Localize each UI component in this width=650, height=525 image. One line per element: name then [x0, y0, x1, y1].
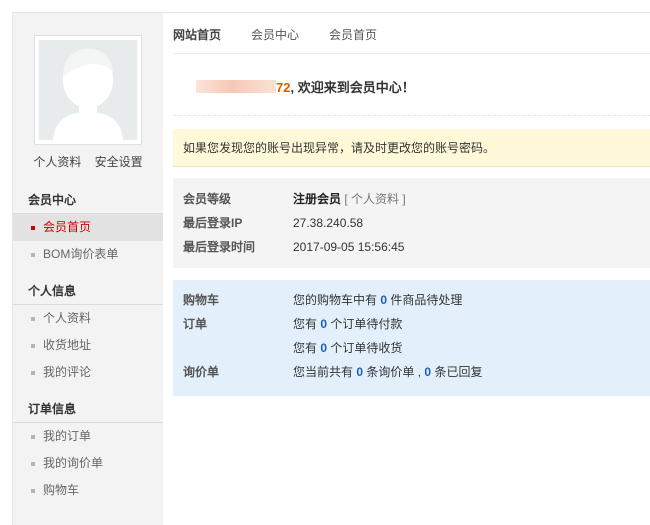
- bullet-icon: [31, 253, 35, 257]
- sidebar-item-label: 我的询价单: [43, 456, 104, 470]
- cart-label: 购物车: [183, 293, 220, 307]
- orders-label: 订单: [183, 317, 208, 331]
- inquiry-count[interactable]: 0: [356, 365, 363, 379]
- last-login-ip-value: 27.38.240.58: [293, 216, 364, 230]
- nav-title-personal-info: 个人信息: [13, 277, 163, 305]
- sidebar: 个人资料 安全设置 会员中心 会员首页 BOM询价表单 个人信息 个人资料 收货…: [13, 13, 163, 525]
- orders-pending-receipt: 您有 0 个订单待收货: [293, 341, 403, 355]
- nav-link-site-home[interactable]: 网站首页: [173, 26, 221, 43]
- sidebar-item-my-inquiries[interactable]: 我的询价单: [13, 450, 163, 477]
- last-login-ip-label: 最后登录IP: [183, 216, 243, 230]
- sidebar-item-member-home[interactable]: 会员首页: [13, 214, 163, 241]
- bullet-icon: [31, 371, 35, 375]
- dashed-divider: [173, 115, 650, 116]
- sidebar-item-label: BOM询价表单: [43, 247, 119, 261]
- bullet-icon: [31, 226, 35, 230]
- sidebar-item-my-reviews[interactable]: 我的评论: [13, 359, 163, 386]
- inquiry-summary: 您当前共有 0 条询价单 , 0 条已回复: [293, 365, 483, 379]
- welcome-text: , 欢迎来到会员中心！: [290, 80, 415, 95]
- bullet-icon: [31, 462, 35, 466]
- sidebar-item-label: 我的评论: [43, 365, 92, 379]
- sidebar-item-label: 我的订单: [43, 429, 92, 443]
- avatar[interactable]: [34, 35, 142, 145]
- member-level-value: 注册会员 [ 个人资料 ]: [293, 192, 406, 206]
- nav-link-member-home[interactable]: 会员首页: [329, 26, 377, 43]
- top-navigation: 网站首页 会员中心 会员首页: [173, 13, 650, 54]
- account-summary-panel: 购物车 您的购物车中有 0 件商品待处理 订单 您有 0 个订单待付款 您有 0…: [173, 280, 650, 396]
- inquiry-reply-count[interactable]: 0: [424, 365, 431, 379]
- sidebar-item-label: 个人资料: [43, 311, 92, 325]
- user-silhouette-icon: [39, 40, 137, 140]
- pending-payment-count[interactable]: 0: [320, 317, 327, 331]
- member-level-name: 注册会员: [293, 192, 342, 206]
- security-settings-link[interactable]: 安全设置: [95, 155, 143, 169]
- avatar-placeholder: [39, 40, 137, 140]
- sidebar-item-shipping-address[interactable]: 收货地址: [13, 332, 163, 359]
- member-level-panel: 会员等级 注册会员 [ 个人资料 ] 最后登录IP 27.38.240.58 最…: [173, 178, 650, 268]
- last-login-time-value: 2017-09-05 15:56:45: [293, 240, 405, 254]
- sidebar-item-bom-inquiry[interactable]: BOM询价表单: [13, 241, 163, 268]
- nav-link-member-center[interactable]: 会员中心: [251, 26, 299, 43]
- nav-section-personal-info: 个人信息 个人资料 收货地址 我的评论: [13, 277, 163, 386]
- cart-summary: 您的购物车中有 0 件商品待处理: [293, 293, 463, 307]
- profile-link[interactable]: 个人资料: [351, 192, 399, 206]
- sidebar-item-my-orders[interactable]: 我的订单: [13, 423, 163, 450]
- bullet-icon: [31, 435, 35, 439]
- username-suffix: 72: [276, 80, 291, 95]
- bullet-icon: [31, 344, 35, 348]
- pending-receipt-count[interactable]: 0: [320, 341, 327, 355]
- masked-username: [196, 80, 276, 93]
- sidebar-item-personal-profile[interactable]: 个人资料: [13, 305, 163, 332]
- security-notice: 如果您发现您的账号出现异常，请及时更改您的账号密码。: [173, 129, 650, 167]
- main-content: 网站首页 会员中心 会员首页 72, 欢迎来到会员中心！ 如果您发现您的账号出现…: [173, 13, 650, 525]
- nav-section-order-info: 订单信息 我的订单 我的询价单 购物车: [13, 395, 163, 504]
- sidebar-item-label: 会员首页: [43, 220, 92, 234]
- member-level-label: 会员等级: [183, 192, 232, 206]
- bullet-icon: [31, 489, 35, 493]
- cart-count[interactable]: 0: [380, 293, 387, 307]
- inquiry-label: 询价单: [183, 365, 220, 379]
- profile-links: 个人资料 安全设置: [13, 153, 163, 170]
- sidebar-item-label: 购物车: [43, 483, 80, 497]
- welcome-message: 72, 欢迎来到会员中心！: [196, 77, 415, 96]
- bullet-icon: [31, 317, 35, 321]
- orders-pending-payment: 您有 0 个订单待付款: [293, 317, 403, 331]
- sidebar-item-label: 收货地址: [43, 338, 92, 352]
- nav-section-member-center: 会员中心 会员首页 BOM询价表单: [13, 186, 163, 268]
- nav-title-member-center: 会员中心: [13, 186, 163, 214]
- page-frame: 个人资料 安全设置 会员中心 会员首页 BOM询价表单 个人信息 个人资料 收货…: [12, 12, 650, 525]
- nav-title-order-info: 订单信息: [13, 395, 163, 423]
- profile-link[interactable]: 个人资料: [33, 155, 81, 169]
- last-login-time-label: 最后登录时间: [183, 240, 256, 254]
- sidebar-item-shopping-cart[interactable]: 购物车: [13, 477, 163, 504]
